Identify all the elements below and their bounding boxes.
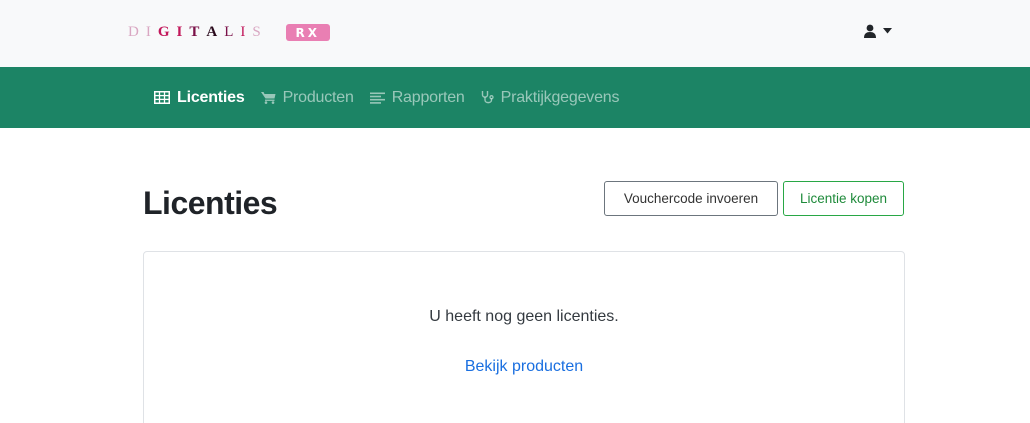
nav-label-rapporten: Rapporten bbox=[391, 88, 465, 106]
top-header: DIGITALIS RX bbox=[0, 0, 1030, 67]
brand-letter: G bbox=[157, 24, 177, 40]
nav-item-praktijkgegevens[interactable]: Praktijkgegevens bbox=[481, 88, 620, 107]
brand-letter: I bbox=[240, 24, 253, 40]
list-icon bbox=[369, 92, 385, 104]
buy-license-button[interactable]: Licentie kopen bbox=[783, 181, 904, 216]
brand-letter: A bbox=[206, 24, 225, 40]
view-products-link[interactable]: Bekijk producten bbox=[144, 358, 904, 376]
nav-label-praktijkgegevens: Praktijkgegevens bbox=[500, 88, 620, 106]
rx-badge: RX bbox=[285, 24, 330, 41]
nav-item-rapporten[interactable]: Rapporten bbox=[369, 88, 465, 107]
licenses-card: U heeft nog geen licenties. Bekijk produ… bbox=[143, 251, 905, 423]
nav-item-producten[interactable]: Producten bbox=[260, 88, 354, 107]
brand-letter: S bbox=[252, 24, 268, 40]
brand-letter: T bbox=[189, 24, 207, 40]
user-icon bbox=[864, 24, 876, 38]
brand-logo[interactable]: DIGITALIS RX bbox=[128, 24, 330, 41]
brand-letter: D bbox=[128, 24, 146, 40]
table-icon bbox=[154, 91, 170, 104]
empty-state-message: U heeft nog geen licenties. bbox=[429, 308, 619, 325]
cart-icon bbox=[260, 92, 276, 104]
nav-label-producten: Producten bbox=[282, 88, 354, 106]
brand-name: DIGITALIS bbox=[128, 24, 268, 41]
nav-item-licenties[interactable]: Licenties bbox=[154, 89, 245, 107]
main-navbar: Licenties Producten Rapporten Praktijkge… bbox=[0, 67, 1030, 128]
brand-letter: I bbox=[145, 24, 158, 40]
page-title: Licenties bbox=[143, 185, 278, 221]
caret-down-icon bbox=[883, 28, 892, 34]
stethoscope-icon bbox=[481, 91, 494, 104]
enter-voucher-button[interactable]: Vouchercode invoeren bbox=[604, 181, 778, 216]
nav-label-licenties: Licenties bbox=[177, 88, 245, 106]
brand-letter: I bbox=[176, 24, 190, 40]
user-menu[interactable] bbox=[864, 24, 892, 38]
brand-letter: L bbox=[224, 24, 241, 40]
